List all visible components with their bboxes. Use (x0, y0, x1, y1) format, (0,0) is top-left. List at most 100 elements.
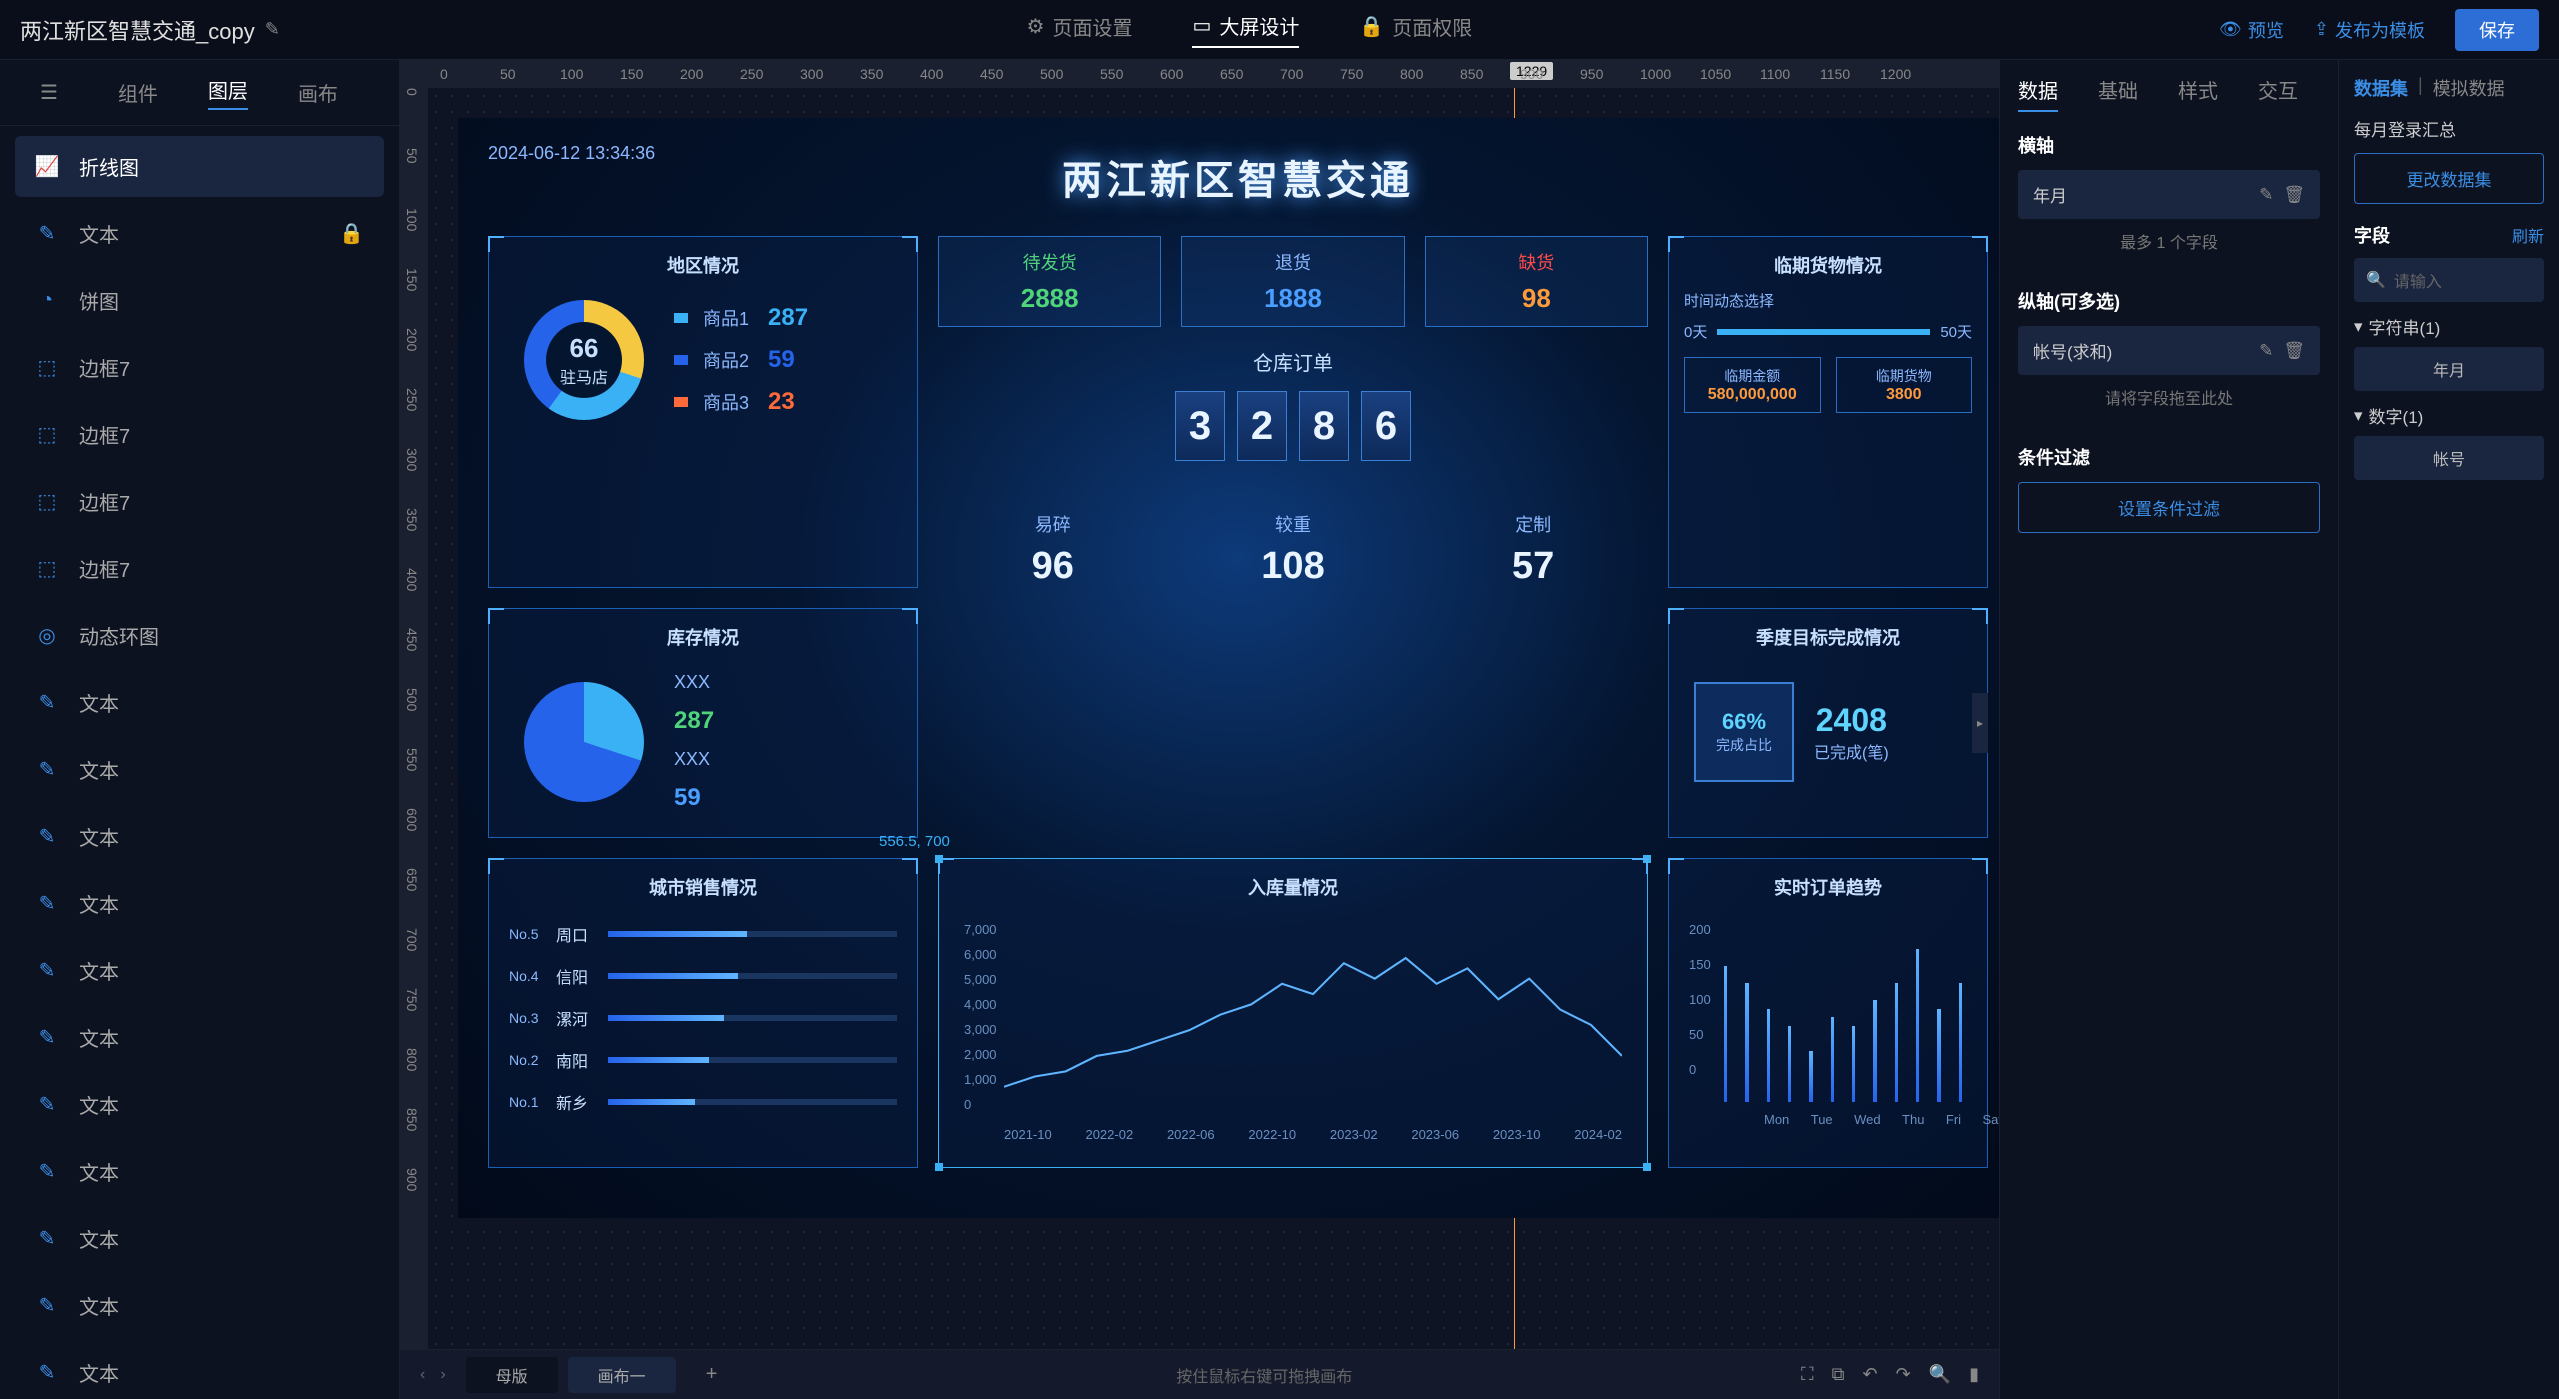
canvas-tab-1[interactable]: 画布一 (568, 1357, 676, 1393)
warehouse: 仓库订单 3286 (938, 347, 1648, 461)
metric: 易碎96 (1032, 511, 1074, 588)
layer-item[interactable]: ⬚边框7 (15, 471, 384, 532)
edit-icon[interactable]: ✎ (2259, 185, 2273, 205)
status-box: 缺货98 (1425, 236, 1648, 327)
y-axis-hint: 请将字段拖至此处 (2018, 375, 2320, 419)
layer-item[interactable]: ⬚边框7 (15, 404, 384, 465)
panel-inventory[interactable]: 库存情况 XXX287XXX59 (488, 608, 918, 838)
panel-expiry[interactable]: 临期货物情况 时间动态选择 0天 50天 临期金额580,000,000临期货物… (1668, 236, 1988, 588)
layer-item[interactable]: ✎文本 (15, 1007, 384, 1068)
ds-tab-mock[interactable]: 模拟数据 (2433, 75, 2505, 101)
refresh-link[interactable]: 刷新 (2512, 223, 2544, 247)
ds-tab-dataset[interactable]: 数据集 (2354, 75, 2408, 101)
left-tab-component[interactable]: 组件 (118, 78, 158, 107)
layer-item[interactable]: ✎文本 (15, 873, 384, 934)
publish-button[interactable]: ⇪发布为模板 (2314, 17, 2425, 43)
page-title-wrap: 两江新区智慧交通_copy ✎ (20, 14, 280, 46)
expiry-slider[interactable]: 0天 50天 (1684, 321, 1972, 342)
center-mid-spacer (938, 608, 1648, 838)
tool-copy-icon[interactable]: ⧉ (1832, 1364, 1845, 1385)
gear-icon: ⚙ (1027, 14, 1045, 39)
delete-icon[interactable]: 🗑 (2283, 341, 2305, 361)
x-axis-field[interactable]: 年月 ✎🗑 (2018, 170, 2320, 219)
tool-fit-icon[interactable]: ⛶ (1801, 1364, 1814, 1385)
inbound-line-chart: 7,0006,0005,0004,0003,0002,0001,0000 202… (954, 912, 1632, 1152)
city-row: No.1新乡 (509, 1090, 897, 1114)
panel-inbound-selected[interactable]: 556.5, 700 入库量情况 7,0006,0005,0004,0003,0… (938, 858, 1648, 1168)
layer-item[interactable]: ◔饼图 (15, 270, 384, 331)
left-tab-layer[interactable]: 图层 (208, 75, 248, 110)
tab-page-settings[interactable]: ⚙页面设置 (1027, 11, 1133, 48)
canvas-tab-master[interactable]: 母版 (466, 1357, 558, 1393)
legend-row: 商品323 (674, 388, 808, 416)
preview-button[interactable]: 👁预览 (2219, 17, 2284, 43)
layer-item[interactable]: ✎文本 (15, 739, 384, 800)
field-account[interactable]: 帐号 (2354, 436, 2544, 480)
ruler-vertical[interactable]: 0501001502002503003504004505005506006507… (400, 88, 428, 1349)
field-year-month[interactable]: 年月 (2354, 347, 2544, 391)
filter-button[interactable]: 设置条件过滤 (2018, 482, 2320, 533)
string-group[interactable]: ▾ 字符串(1) (2354, 314, 2544, 339)
tab-screen-design[interactable]: ▭大屏设计 (1192, 11, 1299, 48)
layer-item[interactable]: ✎文本 (15, 940, 384, 1001)
rp-tab-interact[interactable]: 交互 (2258, 75, 2298, 112)
layer-item[interactable]: ✎文本 (15, 1342, 384, 1399)
layer-item[interactable]: ⬚边框7 (15, 337, 384, 398)
panel-inbound-title: 入库量情况 (1218, 874, 1368, 900)
text-icon: ✎ (35, 691, 59, 715)
layer-item[interactable]: ◎动态环图 (15, 605, 384, 666)
tool-undo-icon[interactable]: ↶ (1862, 1364, 1877, 1385)
layer-item[interactable]: 📈折线图 (15, 136, 384, 197)
layer-item[interactable]: ✎文本 (15, 1074, 384, 1135)
canvas-area: 1229 05010015020025030035040045050055060… (400, 60, 1999, 1399)
sel-handle-bl[interactable] (935, 1163, 943, 1171)
save-button[interactable]: 保存 (2455, 9, 2539, 51)
panel-city[interactable]: 城市销售情况 No.5周口No.4信阳No.3漯河No.2南阳No.1新乡 (488, 858, 918, 1168)
expiry-box: 临期金额580,000,000 (1684, 357, 1821, 413)
x-axis-section: 横轴 年月 ✎🗑 最多 1 个字段 (2018, 132, 2320, 263)
rp-tab-basic[interactable]: 基础 (2098, 75, 2138, 112)
dashboard-grid: 地区情况 66 驻马店 商品1287商品259商品323 (478, 236, 1998, 1168)
pie-icon: ◔ (35, 289, 59, 313)
panel-quarter[interactable]: 季度目标完成情况 66% 完成占比 2408 已完成(笔) (1668, 608, 1988, 838)
donut-center: 66 驻马店 (524, 300, 644, 420)
tool-slider-icon[interactable]: ▮ (1969, 1364, 1979, 1385)
status-row: 待发货2888退货1888缺货98 (938, 236, 1648, 327)
nav-prev-icon[interactable]: ‹ (420, 1366, 425, 1384)
sel-handle-tl[interactable] (935, 855, 943, 863)
panel-realtime[interactable]: 实时订单趋势 200150100500 MonTueWedThuFriSat (1668, 858, 1988, 1168)
delete-icon[interactable]: 🗑 (2283, 185, 2305, 205)
legend-row: XXX (674, 749, 739, 770)
layer-item[interactable]: ✎文本 (15, 1208, 384, 1269)
field-search[interactable]: 🔍 请输入 (2354, 258, 2544, 302)
layer-item[interactable]: ✎文本 (15, 806, 384, 867)
left-tab-canvas[interactable]: 画布 (298, 78, 338, 107)
menu-icon[interactable]: ☰ (40, 80, 58, 105)
layer-item[interactable]: ✎文本🔒 (15, 203, 384, 264)
tool-redo-icon[interactable]: ↷ (1896, 1364, 1911, 1385)
ruler-horizontal[interactable]: 1229 05010015020025030035040045050055060… (400, 60, 1999, 88)
edit-icon[interactable]: ✎ (2259, 341, 2273, 361)
change-dataset-button[interactable]: 更改数据集 (2354, 153, 2544, 204)
edit-title-icon[interactable]: ✎ (265, 19, 280, 40)
number-group[interactable]: ▾ 数字(1) (2354, 403, 2544, 428)
layer-item[interactable]: ✎文本 (15, 1275, 384, 1336)
rp-tab-data[interactable]: 数据 (2018, 75, 2058, 112)
region-donut: 66 驻马店 (524, 300, 644, 420)
canvas-content[interactable]: 2024-06-12 13:34:36 两江新区智慧交通 地区情况 66 驻马店 (428, 88, 1999, 1349)
sel-handle-br[interactable] (1643, 1163, 1651, 1171)
expand-arrow-icon[interactable]: ▸ (1972, 693, 1988, 753)
tab-page-auth[interactable]: 🔒页面权限 (1359, 11, 1472, 48)
layer-item[interactable]: ✎文本 (15, 1141, 384, 1202)
sel-handle-tr[interactable] (1643, 855, 1651, 863)
canvas-tabs: 母版 画布一 (466, 1357, 676, 1393)
nav-next-icon[interactable]: › (440, 1366, 445, 1384)
rp-tab-style[interactable]: 样式 (2178, 75, 2218, 112)
add-canvas-icon[interactable]: + (696, 1363, 728, 1386)
y-axis-field[interactable]: 帐号(求和) ✎🗑 (2018, 326, 2320, 375)
panel-region-title: 地区情况 (637, 252, 769, 278)
panel-region[interactable]: 地区情况 66 驻马店 商品1287商品259商品323 (488, 236, 918, 588)
layer-item[interactable]: ⬚边框7 (15, 538, 384, 599)
tool-zoom-icon[interactable]: 🔍 (1929, 1364, 1951, 1385)
layer-item[interactable]: ✎文本 (15, 672, 384, 733)
